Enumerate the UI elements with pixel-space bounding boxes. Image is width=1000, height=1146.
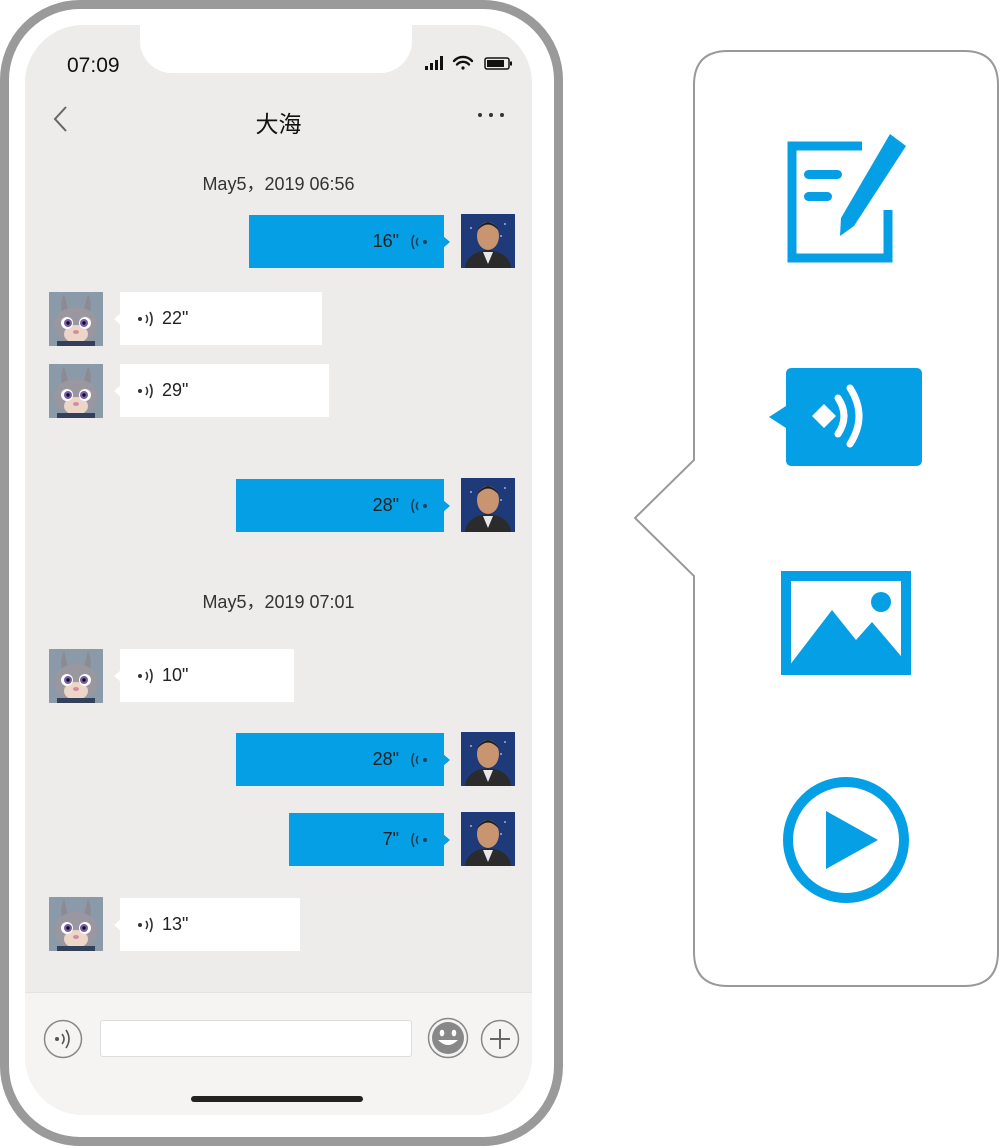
bubble-tail bbox=[114, 919, 121, 931]
more-options-icon[interactable] bbox=[473, 105, 509, 125]
contact-avatar[interactable] bbox=[49, 292, 103, 346]
voice-duration: 10" bbox=[162, 665, 189, 685]
voice-duration: 16" bbox=[372, 231, 399, 251]
voice-message-icon[interactable] bbox=[766, 364, 924, 470]
voice-wave-icon bbox=[138, 668, 153, 684]
voice-duration: 13" bbox=[162, 914, 189, 934]
image-icon[interactable] bbox=[780, 570, 912, 676]
edit-text-icon[interactable] bbox=[782, 130, 914, 266]
chat-header: 大海 bbox=[25, 91, 532, 147]
status-time: 07:09 bbox=[67, 54, 120, 77]
voice-wave-icon bbox=[138, 917, 153, 933]
add-attachment-icon[interactable] bbox=[480, 1019, 520, 1059]
bubble-tail bbox=[443, 754, 450, 766]
voice-message-bubble[interactable]: 16" bbox=[249, 215, 450, 268]
voice-duration: 28" bbox=[372, 749, 399, 769]
status-bar: 07:09 bbox=[25, 25, 532, 85]
voice-message-bubble[interactable]: 22" bbox=[114, 292, 322, 345]
voice-duration: 29" bbox=[162, 380, 189, 400]
voice-duration: 28" bbox=[372, 495, 399, 515]
chat-timestamp: May5，2019 07:01 bbox=[202, 592, 355, 612]
signal-icon bbox=[425, 56, 443, 70]
phone-screen: 07:09 大海 May5，2019 06:56 16" 22" 29" 28"… bbox=[25, 25, 532, 1115]
video-play-icon[interactable] bbox=[780, 775, 912, 905]
voice-message-bubble[interactable]: 13" bbox=[114, 898, 300, 951]
voice-wave-icon bbox=[138, 383, 153, 399]
voice-message-bubble[interactable]: 7" bbox=[289, 813, 450, 866]
message-input[interactable] bbox=[100, 1020, 412, 1057]
bubble-tail bbox=[443, 834, 450, 846]
my-avatar[interactable] bbox=[461, 478, 515, 532]
bubble-tail bbox=[114, 385, 121, 397]
contact-avatar[interactable] bbox=[49, 364, 103, 418]
voice-wave-icon bbox=[411, 234, 427, 250]
voice-message-bubble[interactable]: 28" bbox=[236, 479, 450, 532]
voice-duration: 7" bbox=[382, 829, 399, 849]
home-indicator bbox=[191, 1096, 363, 1102]
my-avatar[interactable] bbox=[461, 732, 515, 786]
bubble-tail bbox=[443, 236, 450, 248]
voice-message-bubble[interactable]: 10" bbox=[114, 649, 294, 702]
contact-avatar[interactable] bbox=[49, 649, 103, 703]
voice-wave-icon bbox=[411, 832, 427, 848]
bubble-tail bbox=[114, 670, 121, 682]
bubble-tail bbox=[114, 313, 121, 325]
voice-message-bubble[interactable]: 28" bbox=[236, 733, 450, 786]
status-icons bbox=[425, 55, 512, 70]
voice-wave-icon bbox=[411, 498, 427, 514]
chat-title: 大海 bbox=[255, 111, 302, 137]
my-avatar[interactable] bbox=[461, 214, 515, 268]
battery-icon bbox=[484, 57, 512, 70]
contact-avatar[interactable] bbox=[49, 897, 103, 951]
bubble-tail bbox=[443, 500, 450, 512]
emoji-icon[interactable] bbox=[427, 1017, 469, 1059]
chat-timestamp: May5，2019 06:56 bbox=[202, 174, 355, 194]
voice-message-bubble[interactable]: 29" bbox=[114, 364, 329, 417]
voice-input-icon[interactable] bbox=[43, 1019, 83, 1059]
voice-wave-icon bbox=[138, 311, 153, 327]
notch bbox=[140, 25, 412, 73]
voice-wave-icon bbox=[411, 752, 427, 768]
my-avatar[interactable] bbox=[461, 812, 515, 866]
voice-duration: 22" bbox=[162, 308, 189, 328]
wifi-icon bbox=[452, 55, 474, 70]
